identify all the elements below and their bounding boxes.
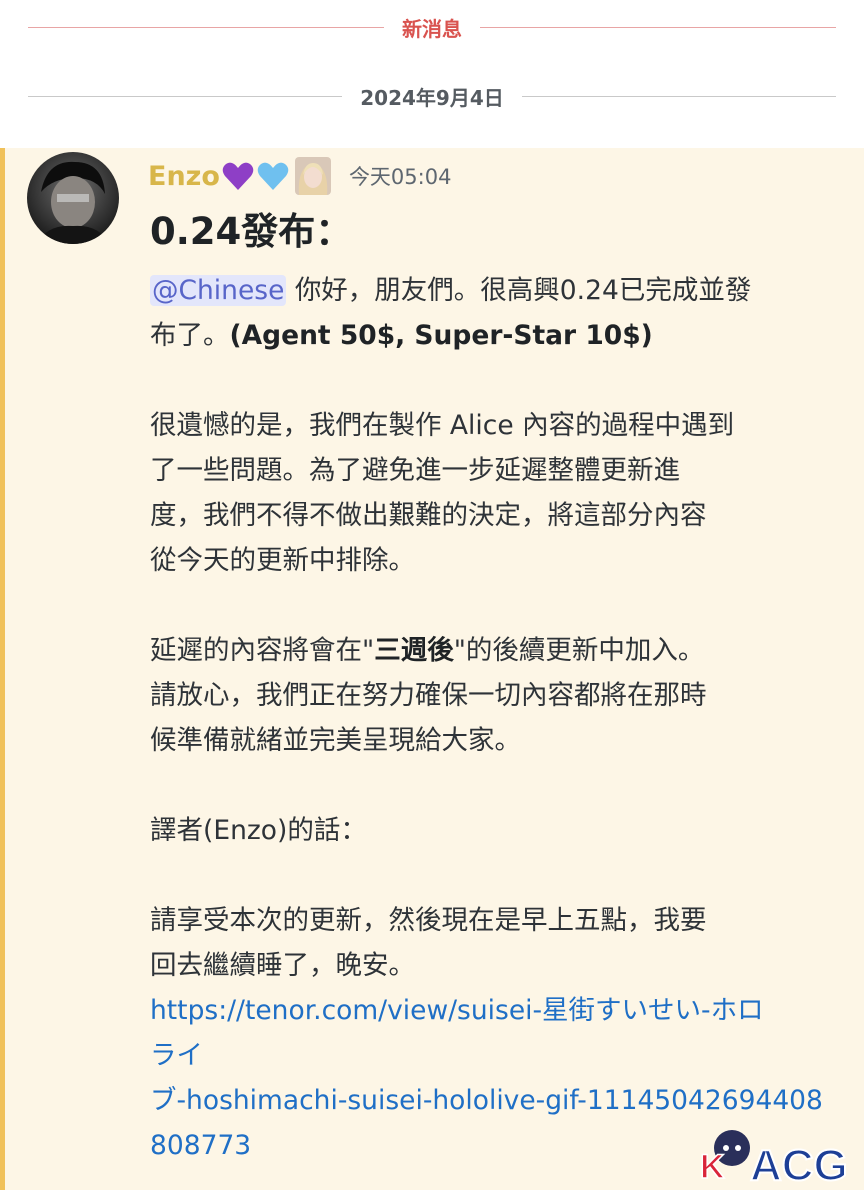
delay-text-post: "的後續更新中加入。	[453, 635, 705, 666]
closing-line: 回去繼續睡了，晚安。	[150, 950, 415, 981]
problem-line: 度，我們不得不做出艱難的決定，將這部分內容	[150, 500, 707, 531]
divider-line	[28, 95, 343, 97]
delay-line: 請放心，我們正在努力確保一切內容都將在那時	[150, 680, 707, 711]
svg-text:K: K	[700, 1148, 725, 1186]
username-emojis	[222, 161, 289, 191]
role-icon[interactable]	[294, 157, 331, 195]
date-label: 2024年9月4日	[360, 85, 504, 110]
closing-line: 請享受本次的更新，然後現在是早上五點，我要	[150, 905, 707, 936]
timestamp: 今天05:04	[348, 165, 452, 189]
message-content: 0.24發布： @Chinese 你好，朋友們。很高興0.24已完成並發 布了。…	[150, 208, 850, 1168]
link-line[interactable]: https://tenor.com/view/suisei-星街すいせい-ホロ	[150, 995, 764, 1026]
greeting-text-1: 你好，朋友們。很高興0.24已完成並發	[294, 275, 752, 306]
problem-paragraph: 很遺憾的是，我們在製作 Alice 內容的過程中遇到 了一些問題。為了避免進一步…	[150, 403, 850, 583]
divider-line	[480, 26, 836, 28]
new-messages-label: 新消息	[402, 16, 462, 41]
delay-text-pre: 延遲的內容將會在"	[150, 635, 375, 666]
light-blue-heart-icon	[257, 162, 289, 190]
avatar[interactable]	[27, 152, 119, 244]
link-line[interactable]: 808773	[150, 1130, 251, 1161]
divider-line	[521, 95, 836, 97]
delay-line: 候準備就緒並完美呈現給大家。	[150, 725, 521, 756]
divider-line	[28, 26, 384, 28]
new-messages-divider: 新消息	[0, 12, 864, 42]
translator-heading: 譯者(Enzo)的話：	[150, 815, 367, 846]
problem-line: 了一些問題。為了避免進一步延遲整體更新進	[150, 455, 680, 486]
link-line[interactable]: ブ-hoshimachi-suisei-hololive-gif-1114504…	[150, 1085, 823, 1116]
greeting-paragraph: @Chinese 你好，朋友們。很高興0.24已完成並發 布了。(Agent 5…	[150, 268, 850, 358]
problem-line: 從今天的更新中排除。	[150, 545, 415, 576]
watermark-text: ACG	[750, 1141, 848, 1186]
greeting-text-2: 布了。	[150, 320, 230, 351]
purple-heart-icon	[222, 162, 254, 190]
message-title: 0.24發布：	[150, 210, 353, 253]
delay-bold: 三週後	[374, 635, 454, 666]
delay-paragraph: 延遲的內容將會在"三週後"的後續更新中加入。 請放心，我們正在努力確保一切內容都…	[150, 628, 850, 763]
message-header: Enzo 今天05:04	[148, 156, 451, 196]
closing-paragraph: 請享受本次的更新，然後現在是早上五點，我要 回去繼續睡了，晚安。	[150, 898, 850, 988]
watermark-logo: K ACG	[696, 1122, 860, 1190]
date-divider: 2024年9月4日	[0, 81, 864, 111]
link-line[interactable]: ライ	[150, 1040, 203, 1071]
username[interactable]: Enzo	[148, 161, 220, 192]
message: Enzo 今天05:04 0.24發布： @Chinese 你好，朋友們。很高興…	[0, 148, 864, 1190]
price-text: (Agent 50$, Super-Star 10$)	[229, 320, 653, 351]
problem-line: 很遺憾的是，我們在製作 Alice 內容的過程中遇到	[150, 410, 735, 441]
mention[interactable]: @Chinese	[150, 275, 287, 306]
